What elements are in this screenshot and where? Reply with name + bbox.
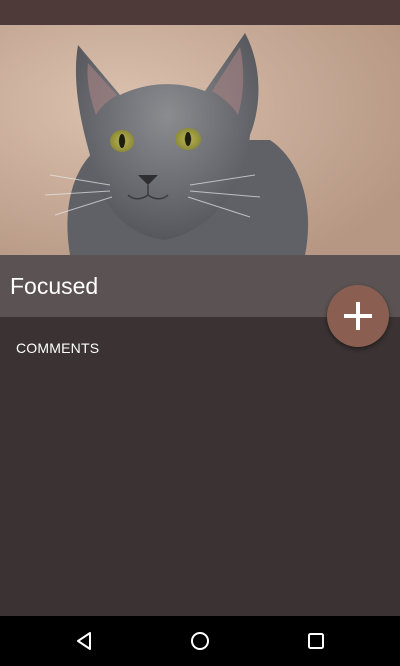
recents-icon bbox=[308, 633, 324, 649]
hero-image bbox=[0, 25, 400, 255]
cat-photo bbox=[0, 25, 400, 255]
page-title: Focused bbox=[10, 273, 99, 299]
nav-back-button[interactable] bbox=[54, 616, 114, 666]
comments-section bbox=[0, 317, 400, 616]
nav-home-button[interactable] bbox=[170, 616, 230, 666]
back-icon bbox=[77, 632, 91, 650]
home-icon bbox=[191, 632, 209, 650]
nav-recents-button[interactable] bbox=[286, 616, 346, 666]
comments-section-label: COMMENTS bbox=[16, 340, 100, 356]
add-comment-button[interactable] bbox=[327, 285, 389, 347]
status-bar bbox=[0, 0, 400, 25]
plus-icon bbox=[344, 302, 372, 330]
